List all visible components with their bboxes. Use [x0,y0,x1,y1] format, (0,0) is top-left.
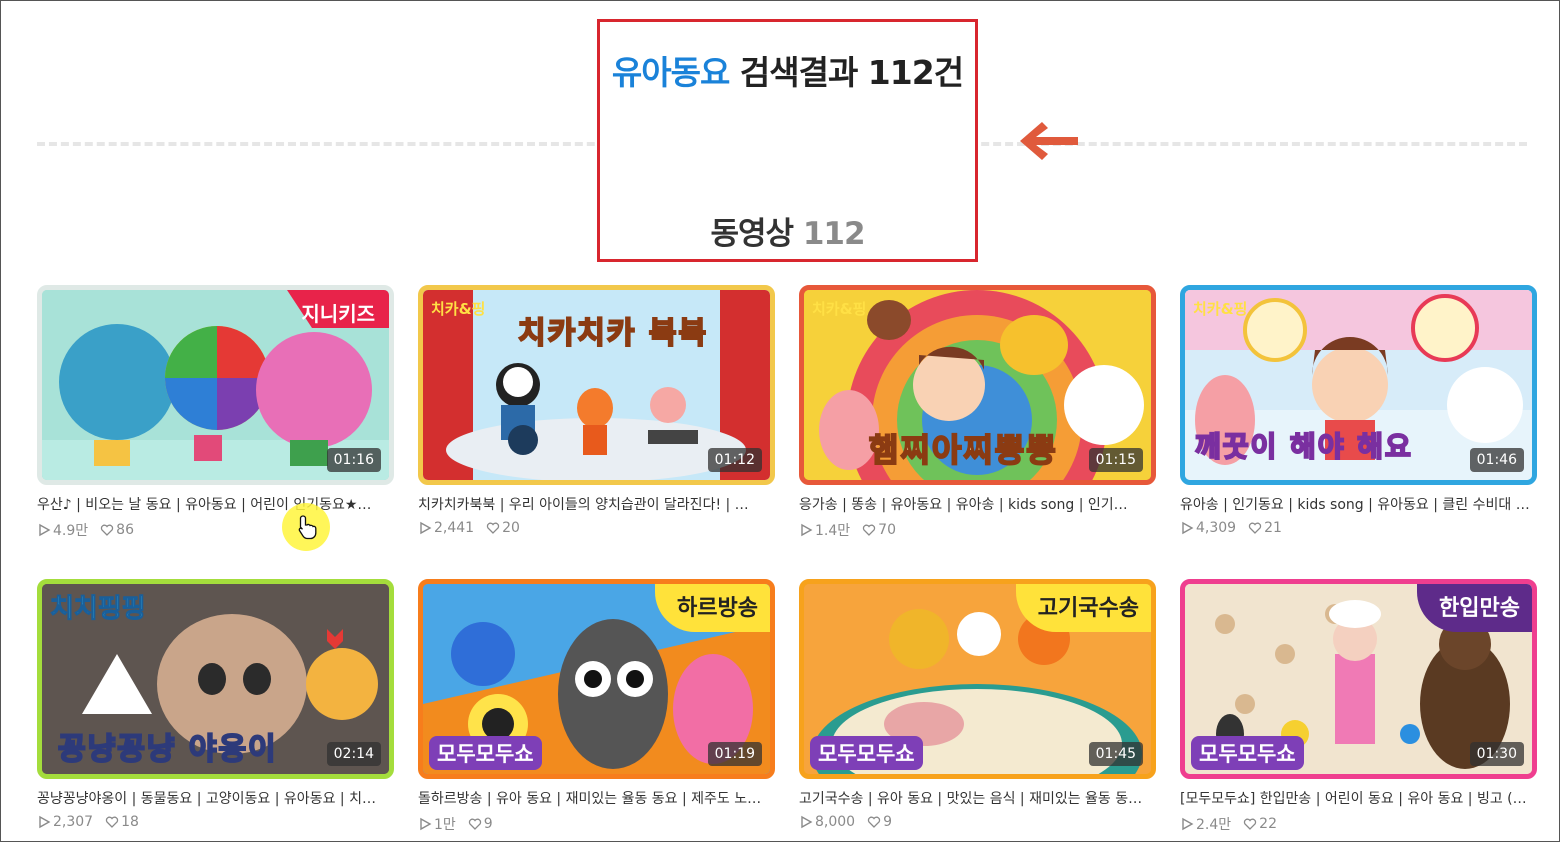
video-stats: 8,000 9 [799,814,1156,830]
channel-logo: 치카&핑 [812,300,867,318]
tab-videos-count: 112 [802,216,866,252]
video-title[interactable]: 고기국수송 | 유아 동요 | 맛있는 음식 | 재미있는 율동 동… [799,788,1151,808]
view-count: 8,000 [815,814,856,830]
video-duration: 01:15 [1088,448,1143,472]
video-duration: 02:14 [326,742,381,766]
like-count: 9 [483,816,493,832]
video-stats: 4,309 21 [1180,520,1537,536]
heart-outline-icon [486,522,500,534]
video-title[interactable]: 우산♪ | 비오는 날 동요 | 유아동요 | 어린이 인기동요★… [37,494,389,514]
channel-logo: 지니키즈 [301,302,375,326]
video-title[interactable]: 돌하르방송 | 유아 동요 | 재미있는 율동 동요 | 제주도 노… [418,788,770,808]
heart-outline-icon [1243,818,1257,830]
play-outline-icon [801,815,813,829]
video-card[interactable]: 고기국수송 모두모두쇼 01:45 고기국수송 | 유아 동요 | 맛있는 음식… [799,579,1156,830]
video-stats: 1.4만 70 [799,520,1156,540]
like-count: 18 [121,814,139,830]
like-count: 86 [116,522,134,538]
play-outline-icon [39,523,51,537]
video-duration: 01:46 [1469,448,1524,472]
video-title[interactable]: 응가송 | 똥송 | 유아동요 | 유아송 | kids song | 인기… [799,494,1151,514]
video-card[interactable]: 한입만송 모두모두쇼 01:30 [모두모두쇼] 한입만송 | 어린이 동요 |… [1180,579,1537,834]
play-outline-icon [420,521,432,535]
show-logo: 모두모두쇼 [810,736,923,770]
left-arrow-icon [1020,122,1078,160]
view-count: 2,441 [434,520,475,536]
show-logo: 모두모두쇼 [1191,736,1304,770]
play-outline-icon [801,523,813,537]
search-summary-highlight: 유아동요 검색결과 112건 동영상 112 [597,19,978,262]
search-result-count: 검색결과 112건 [739,53,964,92]
video-duration: 01:12 [707,448,762,472]
view-count: 4,309 [1196,520,1237,536]
video-card[interactable]: 치치핑핑 꽁냥꽁냥 야옹이 02:14 꽁냥꽁냥야옹이 | 동물동요 | 고양이… [37,579,394,830]
heart-outline-icon [468,818,481,830]
video-thumbnail[interactable]: 한입만송 모두모두쇼 01:30 [1180,579,1537,779]
video-stats: 2,441 20 [418,520,775,536]
heart-outline-icon [105,816,119,828]
hand-pointer-icon [298,515,317,540]
video-thumbnail[interactable]: 치카&핑 치카치카 북북 01:12 [418,285,775,485]
tab-videos-label: 동영상 [710,216,794,252]
video-stats: 1만 9 [418,814,775,834]
video-stats: 4.9만 86 [37,520,394,540]
video-title[interactable]: 꽁냥꽁냥야옹이 | 동물동요 | 고양이동요 | 유아동요 | 치… [37,788,389,808]
video-duration: 01:19 [707,742,762,766]
like-count: 22 [1259,816,1277,832]
channel-logo: 치카&핑 [431,300,486,318]
video-title[interactable]: 치카치카북북 | 우리 아이들의 양치습관이 달라진다! | … [418,494,770,514]
search-result-heading: 유아동요 검색결과 112건 [600,46,975,94]
like-count: 21 [1264,520,1282,536]
play-outline-icon [1182,817,1194,831]
heart-outline-icon [862,524,876,536]
video-card[interactable]: 지니키즈 01:16 우산♪ | 비오는 날 동요 | 유아동요 | 어린이 인… [37,285,394,540]
video-card[interactable]: 치카&핑 깨끗이 해야 해요 01:46 유아송 | 인기동요 | kids s… [1180,285,1537,536]
view-count: 2.4만 [1196,817,1232,833]
play-outline-icon [39,815,51,829]
video-card[interactable]: 하르방송 모두모두쇼 01:19 돌하르방송 | 유아 동요 | 재미있는 율동… [418,579,775,834]
play-outline-icon [1182,521,1194,535]
video-thumbnail[interactable]: 하르방송 모두모두쇼 01:19 [418,579,775,779]
like-count: 9 [883,814,893,830]
video-card[interactable]: 치카&핑 치카치카 북북 01:12 치카치카북북 | 우리 아이들의 양치습관… [418,285,775,536]
channel-logo: 치치핑핑 [50,594,147,625]
thumbnail-caption: 깨끗이 해야 해요 [1194,429,1413,464]
video-thumbnail[interactable]: 고기국수송 모두모두쇼 01:45 [799,579,1156,779]
thumbnail-caption: 햄찌아찌뽕뽕 [868,430,1058,470]
like-count: 70 [878,522,896,538]
video-title[interactable]: [모두모두쇼] 한입만송 | 어린이 동요 | 유아 동요 | 빙고 (… [1180,788,1532,808]
heart-outline-icon [100,524,114,536]
episode-tag: 하르방송 [655,584,770,632]
video-thumbnail[interactable]: 치치핑핑 꽁냥꽁냥 야옹이 02:14 [37,579,394,779]
video-thumbnail[interactable]: 지니키즈 01:16 [37,285,394,485]
thumbnail-caption: 꽁냥꽁냥 야옹이 [57,731,278,768]
video-title[interactable]: 유아송 | 인기동요 | kids song | 유아동요 | 클린 수비대 … [1180,494,1532,514]
video-stats: 2.4만 22 [1180,814,1537,834]
episode-tag: 한입만송 [1417,584,1532,632]
episode-tag: 고기국수송 [1015,584,1151,632]
view-count: 4.9만 [53,523,89,539]
search-keyword: 유아동요 [611,53,730,92]
play-outline-icon [420,817,432,831]
video-card[interactable]: 치카&핑 햄찌아찌뽕뽕 01:15 응가송 | 똥송 | 유아동요 | 유아송 … [799,285,1156,540]
video-thumbnail[interactable]: 치카&핑 깨끗이 해야 해요 01:46 [1180,285,1537,485]
heart-outline-icon [1248,522,1262,534]
thumbnail-caption: 치카치카 북북 [517,315,709,352]
video-duration: 01:45 [1088,742,1143,766]
channel-logo: 치카&핑 [1193,300,1248,318]
view-count: 1만 [434,817,456,833]
show-logo: 모두모두쇼 [429,736,542,770]
like-count: 20 [502,520,520,536]
video-thumbnail[interactable]: 치카&핑 햄찌아찌뽕뽕 01:15 [799,285,1156,485]
video-duration: 01:30 [1469,742,1524,766]
view-count: 2,307 [53,814,94,830]
heart-outline-icon [867,816,881,828]
video-duration: 01:16 [326,448,381,472]
tab-videos[interactable]: 동영상 112 [600,208,975,253]
view-count: 1.4만 [815,523,851,539]
video-stats: 2,307 18 [37,814,394,830]
